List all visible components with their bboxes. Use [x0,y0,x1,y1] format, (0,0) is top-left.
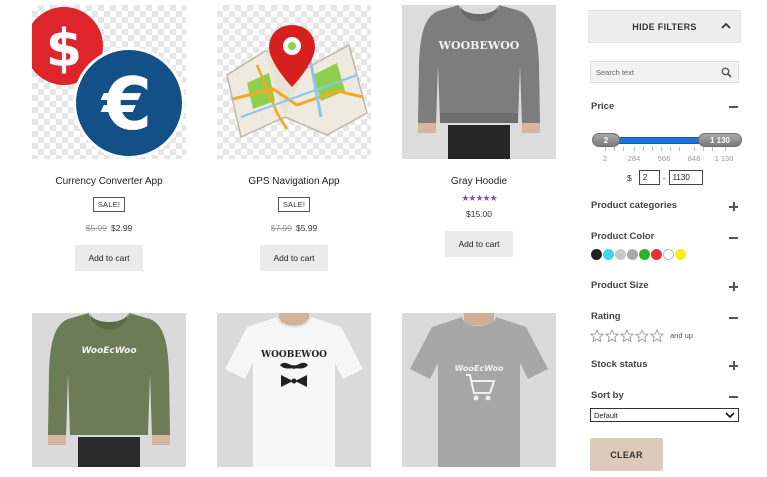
categories-filter-title[interactable]: Product categories [591,200,677,211]
color-swatch-gray[interactable] [627,249,638,260]
collapse-color-icon[interactable] [728,232,739,243]
svg-text:€: € [100,62,152,146]
add-to-cart-button[interactable]: Add to cart [260,245,328,271]
collapse-sort-icon[interactable] [728,391,739,402]
old-price: $5.99 [85,223,107,233]
tshirt-image: WOOBEWOO [225,313,363,467]
tshirt-print: WooEcWoo [455,364,504,373]
color-swatch-black[interactable] [591,249,602,260]
rating-filter-title[interactable]: Rating [591,311,621,322]
price-tick-label: 848 [687,154,701,163]
price-min-input[interactable] [638,170,660,185]
price-scale [598,147,738,151]
clear-filters-button[interactable]: CLEAR [590,438,663,471]
sale-price: $5.99 [296,223,318,233]
currency-converter-image[interactable]: $ € [32,5,186,159]
expand-categories-icon[interactable] [728,201,739,212]
color-swatch-yellow[interactable] [675,249,686,260]
product-price: $5.99 $2.99 [32,223,186,233]
price-slider-min-handle[interactable]: 2 [592,133,620,147]
rating-stars: ★★★★★ [461,193,497,203]
product-title[interactable]: Currency Converter App [32,176,186,188]
expand-stock-icon[interactable] [728,360,739,371]
sort-by-select[interactable]: Default [590,408,739,422]
price-max-input[interactable] [668,170,703,185]
hide-filters-label: HIDE FILTERS [632,21,697,32]
currency-icon: $ € [32,7,185,159]
hoodie-print: WooEcWoo [81,346,136,356]
color-swatch-white[interactable] [663,249,674,260]
add-to-cart-button[interactable]: Add to cart [445,231,513,257]
rating-star-icons[interactable] [590,329,666,343]
rating-and-up-label: and up [670,331,693,340]
hoodie-print: WOOBEWOO [438,39,520,52]
tshirt-image: WooEcWoo [410,313,548,467]
green-hoodie-image[interactable]: WooEcWoo [32,313,186,467]
price-tick-label: 566 [657,154,671,163]
gps-navigation-image[interactable] [217,5,371,159]
color-swatch-red[interactable] [651,249,662,260]
price-tick-label: 1 130 [714,154,734,163]
expand-size-icon[interactable] [728,281,739,292]
size-filter-title[interactable]: Product Size [591,280,649,291]
price-tick-label: 2 [602,154,608,163]
price-filter-title[interactable]: Price [591,101,614,112]
color-filter-title[interactable]: Product Color [591,231,654,242]
add-to-cart-button[interactable]: Add to cart [75,245,143,271]
collapse-price-icon[interactable] [728,101,739,112]
old-price: $7.99 [270,223,292,233]
sort-selected-value: Default [594,410,618,420]
white-tshirt-image[interactable]: WOOBEWOO [217,313,371,467]
sale-price: $2.99 [111,223,133,233]
currency-symbol: $ [627,172,632,183]
collapse-rating-icon[interactable] [728,312,739,323]
sort-filter-title[interactable]: Sort by [591,390,624,401]
gray-tshirt-image[interactable]: WooEcWoo [402,313,556,467]
product-title[interactable]: GPS Navigation App [217,176,371,188]
hoodie-image: WooEcWoo [48,313,170,467]
color-swatch-green[interactable] [639,249,650,260]
price-slider-max-handle[interactable]: 1 130 [698,133,742,147]
map-pin-icon [226,25,368,139]
product-title[interactable]: Gray Hoodie [402,176,556,188]
hide-filters-button[interactable]: HIDE FILTERS [588,10,741,43]
product-card: WOOBEWOO [217,313,371,467]
hoodie-image: WOOBEWOO [418,5,540,159]
product-card: GPS Navigation App SALE! $7.99 $5.99 Add … [217,5,371,271]
product-card: $ € Currency Converter App SALE! $5.99 $2… [32,5,186,271]
search-input[interactable] [591,62,711,83]
svg-text:$: $ [46,19,82,79]
product-price: $15.00 [466,209,492,219]
color-swatch-cyan[interactable] [603,249,614,260]
range-separator: - [662,172,666,183]
price-range-inputs: $ - [627,170,703,185]
chevron-down-icon [725,412,735,419]
product-card: WooEcWoo [402,313,556,467]
chevron-up-icon [721,22,731,29]
search-icon[interactable] [721,67,732,78]
product-card: WooEcWoo [32,313,186,467]
search-box [590,61,739,83]
stock-filter-title[interactable]: Stock status [591,359,648,370]
tshirt-print: WOOBEWOO [260,350,327,360]
product-price: $7.99 $5.99 [217,223,371,233]
sale-badge: SALE! [92,197,126,212]
gray-hoodie-image[interactable]: WOOBEWOO [402,5,556,159]
price-tick-label: 284 [627,154,641,163]
product-card: WOOBEWOO Gray Hoodie ★★★★★ $15.00 Add to… [402,5,556,257]
color-swatch-light-gray[interactable] [615,249,626,260]
sale-badge: SALE! [277,197,311,212]
